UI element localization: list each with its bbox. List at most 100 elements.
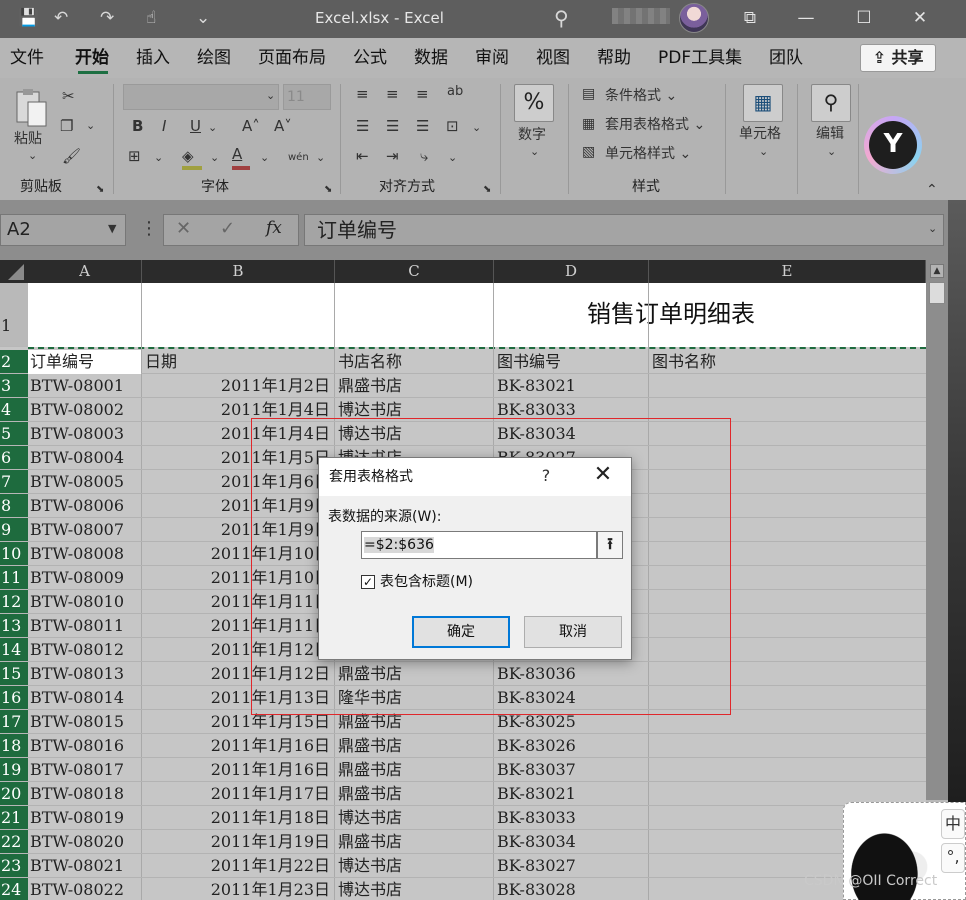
customize-qat-icon[interactable]: ⌄ [196, 7, 210, 29]
table-cell[interactable]: 2011年1月9日 [142, 518, 330, 542]
increase-indent-icon[interactable]: ⇥ [386, 146, 399, 166]
save-icon[interactable]: 💾 [18, 7, 39, 29]
header-cell[interactable]: 订单编号 [28, 350, 141, 374]
table-cell[interactable]: BTW-08005 [30, 470, 140, 494]
font-color-dropdown-icon[interactable]: ⌄ [260, 148, 269, 168]
table-cell[interactable]: BTW-08011 [30, 614, 140, 638]
table-cell[interactable]: 鼎盛书店 [338, 374, 493, 398]
header-cell[interactable]: 日期 [145, 350, 330, 374]
tab-team[interactable]: 团队 [769, 46, 803, 70]
format-painter-icon[interactable]: 🖌 [62, 146, 81, 166]
row-header[interactable]: 17 [0, 710, 28, 734]
paste-dropdown-icon[interactable]: ⌄ [28, 146, 37, 166]
row-header[interactable]: 16 [0, 686, 28, 710]
cell-styles-button[interactable]: 单元格样式 ⌄ [605, 145, 691, 163]
align-middle-icon[interactable]: ≡ [386, 84, 399, 104]
column-header-c[interactable]: C [335, 260, 494, 283]
table-cell[interactable]: BK-83026 [497, 734, 647, 758]
table-cell[interactable]: BK-83033 [497, 806, 647, 830]
align-top-icon[interactable]: ≡ [356, 84, 369, 104]
row-header[interactable]: 22 [0, 830, 28, 854]
underline-dropdown-icon[interactable]: ⌄ [208, 118, 217, 138]
cells-dropdown-icon[interactable]: ⌄ [759, 142, 768, 162]
row-header[interactable]: 6 [0, 446, 28, 470]
ok-button[interactable]: 确定 [412, 616, 510, 648]
conditional-format-button[interactable]: 条件格式 ⌄ [605, 87, 677, 105]
table-cell[interactable]: BTW-08001 [30, 374, 140, 398]
table-cell[interactable]: BTW-08018 [30, 782, 140, 806]
table-cell[interactable]: 2011年1月11日 [142, 590, 330, 614]
table-cell[interactable]: BK-83034 [497, 422, 647, 446]
table-cell[interactable]: BK-83027 [497, 854, 647, 878]
table-cell[interactable]: BTW-08022 [30, 878, 140, 900]
table-cell[interactable]: 隆华书店 [338, 686, 493, 710]
table-cell[interactable]: 2011年1月22日 [142, 854, 330, 878]
table-cell[interactable]: 2011年1月16日 [142, 734, 330, 758]
touch-mode-icon[interactable]: ☝ [146, 7, 156, 29]
table-cell[interactable]: 2011年1月12日 [142, 662, 330, 686]
row-header[interactable]: 19 [0, 758, 28, 782]
table-cell[interactable]: 2011年1月10日 [142, 542, 330, 566]
fill-color-icon[interactable]: ◈ [182, 146, 194, 166]
tab-view[interactable]: 视图 [536, 46, 570, 70]
expand-formula-bar-icon[interactable]: ⌄ [928, 222, 937, 235]
insert-function-icon[interactable]: fx [266, 218, 282, 238]
tab-page-layout[interactable]: 页面布局 [258, 46, 326, 70]
row-header[interactable]: 14 [0, 638, 28, 662]
clipboard-launcher-icon[interactable]: ⬊ [96, 180, 104, 200]
row-header[interactable]: 20 [0, 782, 28, 806]
addin-logo-icon[interactable]: Y [864, 116, 922, 174]
wrap-text-icon[interactable]: ⤷ [420, 146, 428, 166]
font-name-input[interactable] [123, 84, 279, 110]
sheet-title[interactable]: 销售订单明细表 [587, 297, 755, 331]
table-cell[interactable]: 2011年1月5日 [142, 446, 330, 470]
scrollbar-thumb[interactable] [929, 282, 945, 304]
table-cell[interactable]: 博达书店 [338, 854, 493, 878]
ime-punctuation-button[interactable]: °, [941, 843, 965, 873]
table-cell[interactable]: BTW-08012 [30, 638, 140, 662]
header-cell[interactable]: 图书编号 [497, 350, 647, 374]
underline-button[interactable]: U [190, 116, 201, 136]
cancel-entry-icon[interactable]: ✕ [176, 218, 191, 239]
cancel-button[interactable]: 取消 [524, 616, 622, 648]
table-cell[interactable]: 博达书店 [338, 806, 493, 830]
tab-file[interactable]: 文件 [10, 46, 44, 70]
cells-label[interactable]: 单元格 [739, 125, 781, 143]
format-as-table-icon[interactable]: ▦ [582, 114, 595, 134]
minimize-button[interactable]: — [792, 5, 820, 31]
shrink-font-button[interactable]: A˅ [274, 116, 292, 136]
find-icon[interactable]: ⚲ [811, 84, 851, 122]
table-cell[interactable]: 鼎盛书店 [338, 782, 493, 806]
conditional-format-icon[interactable]: ▤ [582, 84, 595, 104]
table-cell[interactable]: 博达书店 [338, 422, 493, 446]
table-cell[interactable]: 2011年1月4日 [142, 398, 330, 422]
header-cell[interactable]: 书店名称 [338, 350, 493, 374]
tab-formulas[interactable]: 公式 [353, 46, 387, 70]
has-headers-label[interactable]: 表包含标题(M) [380, 573, 473, 591]
row-header[interactable]: 12 [0, 590, 28, 614]
alignment-launcher-icon[interactable]: ⬊ [483, 180, 491, 200]
table-cell[interactable]: 2011年1月4日 [142, 422, 330, 446]
column-header-a[interactable]: A [28, 260, 142, 283]
table-cell[interactable]: BTW-08004 [30, 446, 140, 470]
table-cell[interactable]: BTW-08020 [30, 830, 140, 854]
grow-font-button[interactable]: A˄ [242, 116, 260, 136]
bold-button[interactable]: B [132, 116, 143, 136]
align-left-icon[interactable]: ☰ [356, 116, 369, 136]
table-cell[interactable]: BK-83021 [497, 782, 647, 806]
column-header-b[interactable]: B [142, 260, 335, 283]
table-cell[interactable]: 鼎盛书店 [338, 710, 493, 734]
table-cell[interactable]: BK-83036 [497, 662, 647, 686]
table-cell[interactable]: 博达书店 [338, 878, 493, 900]
cut-icon[interactable]: ✂ [62, 86, 75, 106]
table-cell[interactable]: 2011年1月18日 [142, 806, 330, 830]
editing-dropdown-icon[interactable]: ⌄ [827, 142, 836, 162]
tab-home[interactable]: 开始 [75, 46, 109, 70]
row-header[interactable]: 21 [0, 806, 28, 830]
fill-color-dropdown-icon[interactable]: ⌄ [210, 148, 219, 168]
cells-icon[interactable]: ▦ [743, 84, 783, 122]
select-all-button[interactable] [0, 260, 28, 283]
ribbon-display-icon[interactable]: ⧉ [736, 5, 764, 31]
cell-styles-icon[interactable]: ▧ [582, 142, 595, 162]
confirm-entry-icon[interactable]: ✓ [220, 218, 235, 239]
